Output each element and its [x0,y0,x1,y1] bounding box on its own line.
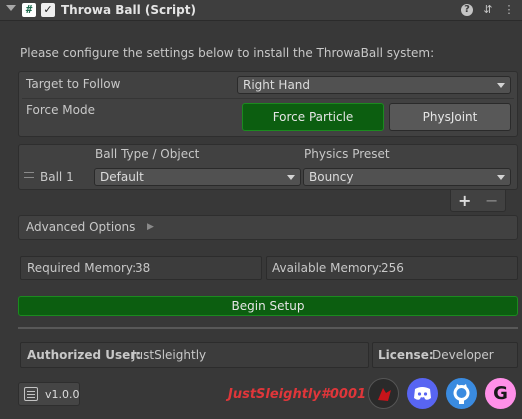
author-tag-link[interactable]: JustSleightly#0001 [228,387,366,402]
github-svg [453,384,470,404]
required-memory-value: 38 [135,261,151,275]
add-item-button[interactable]: + [458,191,471,210]
ball-type-value: Default [100,170,144,184]
foldout-arrow-icon[interactable] [6,5,16,11]
divider [18,327,518,329]
ball-type-dropdown[interactable]: Default [94,168,301,186]
chevron-down-icon [497,83,505,88]
chevron-down-icon [287,175,295,180]
foldout-arrow-icon: ▶ [147,222,154,232]
target-value: Right Hand [243,78,311,92]
force-mode-label: Force Mode [26,103,95,117]
available-memory-label: Available Memory: [272,261,383,275]
physjoint-button[interactable]: PhysJoint [389,103,511,131]
github-icon[interactable] [446,378,477,409]
help-icon[interactable]: ? [461,4,473,16]
discord-icon[interactable] [407,378,438,409]
component-title: Throwa Ball (Script) [61,3,196,17]
presets-icon[interactable]: ⇵ [481,3,495,17]
license-label: License: [378,348,434,362]
document-icon [24,387,38,401]
force-particle-button[interactable]: Force Particle [242,103,384,131]
context-menu-icon[interactable]: ⋮ [502,3,516,17]
begin-setup-button[interactable]: Begin Setup [18,296,518,316]
required-memory-label: Required Memory: [27,261,137,275]
physics-preset-dropdown[interactable]: Bouncy [303,168,511,186]
vrc-avatar-svg [378,388,391,401]
available-memory-value: 256 [381,261,404,275]
discord-svg [414,387,431,400]
advanced-options-label: Advanced Options [26,220,136,234]
authorized-user-label: Authorized User: [27,348,142,362]
physics-preset-header: Physics Preset [304,147,390,161]
chevron-down-icon [497,175,505,180]
intro-text: Please configure the settings below to i… [20,46,435,60]
script-icon: # [22,3,36,17]
license-value: Developer [432,348,494,362]
drag-handle-icon[interactable] [24,172,34,178]
gumroad-icon[interactable]: G [485,378,516,409]
ball-type-header: Ball Type / Object [95,147,200,161]
version-label: v1.0.0 [45,388,80,401]
physics-preset-value: Bouncy [309,170,354,184]
remove-item-button[interactable]: − [485,191,498,210]
authorized-user-value: JustSleightly [132,348,207,362]
target-dropdown[interactable]: Right Hand [237,76,511,94]
vrc-avatar-icon[interactable] [368,378,399,409]
ball-row-name: Ball 1 [40,170,74,184]
component-enabled-checkbox[interactable]: ✓ [41,3,55,17]
target-label: Target to Follow [26,77,121,91]
row-divider [22,98,514,99]
